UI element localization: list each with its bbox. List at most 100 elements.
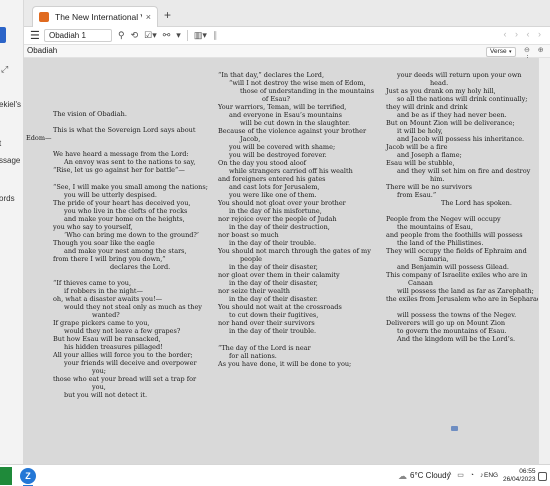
layout-icon[interactable]: ∥ [213,30,218,41]
toolbar-divider [186,30,188,41]
verse-line: from there I will bring you down,” [53,255,166,263]
verse-line: Esau will be stubble, [386,159,455,167]
verse-line: the exiles from Jerusalem who are in Sep… [386,295,538,303]
search-icon[interactable]: ⚲ [118,30,125,41]
verse-line: “See, I will make you small among the na… [53,183,208,191]
verse-line: and Benjamin will possess Gilead. [397,263,509,271]
reference-input[interactable]: Obadiah 1 [44,29,112,42]
clock-date: 26/04/2023 [503,476,536,483]
verse-line: The pride of your heart has deceived you… [53,199,191,207]
verse-line: in the day of their disaster. [229,295,318,303]
verse-line: All your allies will force you to the bo… [53,351,193,359]
back-icon[interactable]: ⟲ [131,30,139,41]
verse-line: You should not gloat over your brother [218,199,346,207]
verse-line: in the day of their trouble. [229,327,317,335]
temperature: 6°C [410,471,424,480]
verse-line: head. [430,79,449,87]
weather-condition: Cloudy [425,471,451,480]
verse-line: to govern the mountains of Esau. [397,327,507,335]
verse-line: Edom— [26,134,52,142]
verse-line: and Joseph a flame; [397,151,462,159]
notification-icon[interactable] [538,472,547,481]
verse-line: you were like one of them. [229,191,317,199]
verse-line: it will be holy, [397,127,443,135]
verse-line: nor hand over their survivors [218,319,315,327]
verse-line: Though you soar like the eagle [53,239,155,247]
verse-line: Because of the violence against your bro… [218,127,367,135]
verse-line: would they not leave a few grapes? [64,327,181,335]
verse-line: This is what the Sovereign Lord says abo… [53,126,196,134]
columns-icon[interactable]: ▥▾ [194,30,207,41]
tab-bar: The New International Version × + [24,0,550,27]
verse-line: will possess the towns of the Negev. [397,311,517,319]
verse-line: would they not steal only as much as the… [64,303,202,311]
verse-line: You should not march through the gates o… [218,247,371,255]
system-tray-icons[interactable]: ^ ▭ ◔ ♪ [448,471,485,479]
verse-line: People from the Negev will occupy [386,215,501,223]
verse-line: and be as if they had never been. [397,111,507,119]
verse-line: Samaria, [419,255,449,263]
link-icon[interactable]: ⚯ [163,30,171,41]
verse-line: nor boast so much [218,231,279,239]
filter-icon[interactable]: ▾ [176,30,181,41]
verse-line: for all nations. [229,352,277,360]
verse-line: him. [430,175,445,183]
left-sidebar: ⤢ ekiel's t ssage ords [0,0,24,464]
zoom-app-icon[interactable]: Z [20,468,36,484]
verse-line: On the day you stood aloof [218,159,307,167]
verse-line: people [240,255,263,263]
cloud-icon: ☁ [398,471,407,481]
verse-line: of Esau? [262,95,291,103]
verse-line: “will I not destroy the wise men of Edom… [229,79,366,87]
close-icon[interactable]: × [146,12,151,22]
verse-line: they will drink and drink [386,103,468,111]
reading-pane: The vision of Obadiah. This is what the S… [24,58,538,464]
verse-line: you will be utterly despised. [64,191,157,199]
verse-line: “In that day,” declares the Lord, [218,71,325,79]
taskbar-app-green[interactable] [0,467,12,485]
vertical-scrollbar[interactable] [538,58,550,464]
verse-line: declares the Lord. [110,263,171,271]
verse-line: But how Esau will be ransacked, [53,335,161,343]
verse-line: We have heard a message from the Lord: [53,150,189,158]
verse-line: ‘Who can bring me down to the ground?’ [64,231,199,239]
verse-line: and make your nest among the stars, [64,247,187,255]
verse-line: They will occupy the fields of Ephraim a… [386,247,527,255]
verse-line: to cut down their fugitives, [229,311,319,319]
bookmark-icon[interactable] [451,426,458,431]
checkbox-icon[interactable]: ☑▾ [144,30,157,41]
sidebar-text-fragment: ssage [0,156,21,165]
verse-line: in the day of their disaster, [229,279,318,287]
verse-line: in the day of their destruction, [229,223,330,231]
sidebar-selection-marker [0,27,6,43]
expand-icon[interactable]: ⤢ [1,64,8,75]
toolbar: ☰ Obadiah 1 ⚲ ⟲ ☑▾ ⚯ ▾ ▥▾ ∥ ‹ › ‹ › [24,27,550,44]
verse-line: the land of the Philistines. [397,239,484,247]
chevron-down-icon: ▾ [507,49,512,55]
verse-line: An envoy was sent to the nations to say, [64,158,196,166]
verse-line: The Lord has spoken. [441,199,512,207]
bible-icon [39,12,49,22]
verse-line: wanted? [92,311,120,319]
clock-time: 06:55 [519,468,536,475]
verse-line: if robbers in the night— [64,287,144,295]
verse-line: in the day of his misfortune, [229,207,322,215]
verse-line: The vision of Obadiah. [53,110,127,118]
weather-widget[interactable]: 6°C Cloudy [410,471,451,480]
sidebar-text-fragment: ekiel's [0,100,21,109]
verse-line: those who eat your bread will set a trap… [53,375,197,383]
tab-title: The New International Version [55,12,142,22]
language-indicator[interactable]: ENG [484,472,498,479]
menu-icon[interactable]: ☰ [30,29,42,42]
verse-line: nor rejoice over the people of Judah [218,215,337,223]
new-tab-button[interactable]: + [164,8,171,22]
sidebar-text-fragment: t [0,139,1,148]
verse-dropdown[interactable]: Verse ▾ [486,47,516,57]
verse-line: you will be destroyed forever. [229,151,327,159]
verse-line: you; [92,367,106,375]
clock[interactable]: 06:55 26/04/2023 [503,468,536,484]
verse-line: in the day of their disaster, [229,263,318,271]
verse-line: you who say to yourself, [53,223,133,231]
tab-niv[interactable]: The New International Version × [32,6,158,27]
nav-arrows-icon[interactable]: ‹ › ‹ › [504,29,545,39]
